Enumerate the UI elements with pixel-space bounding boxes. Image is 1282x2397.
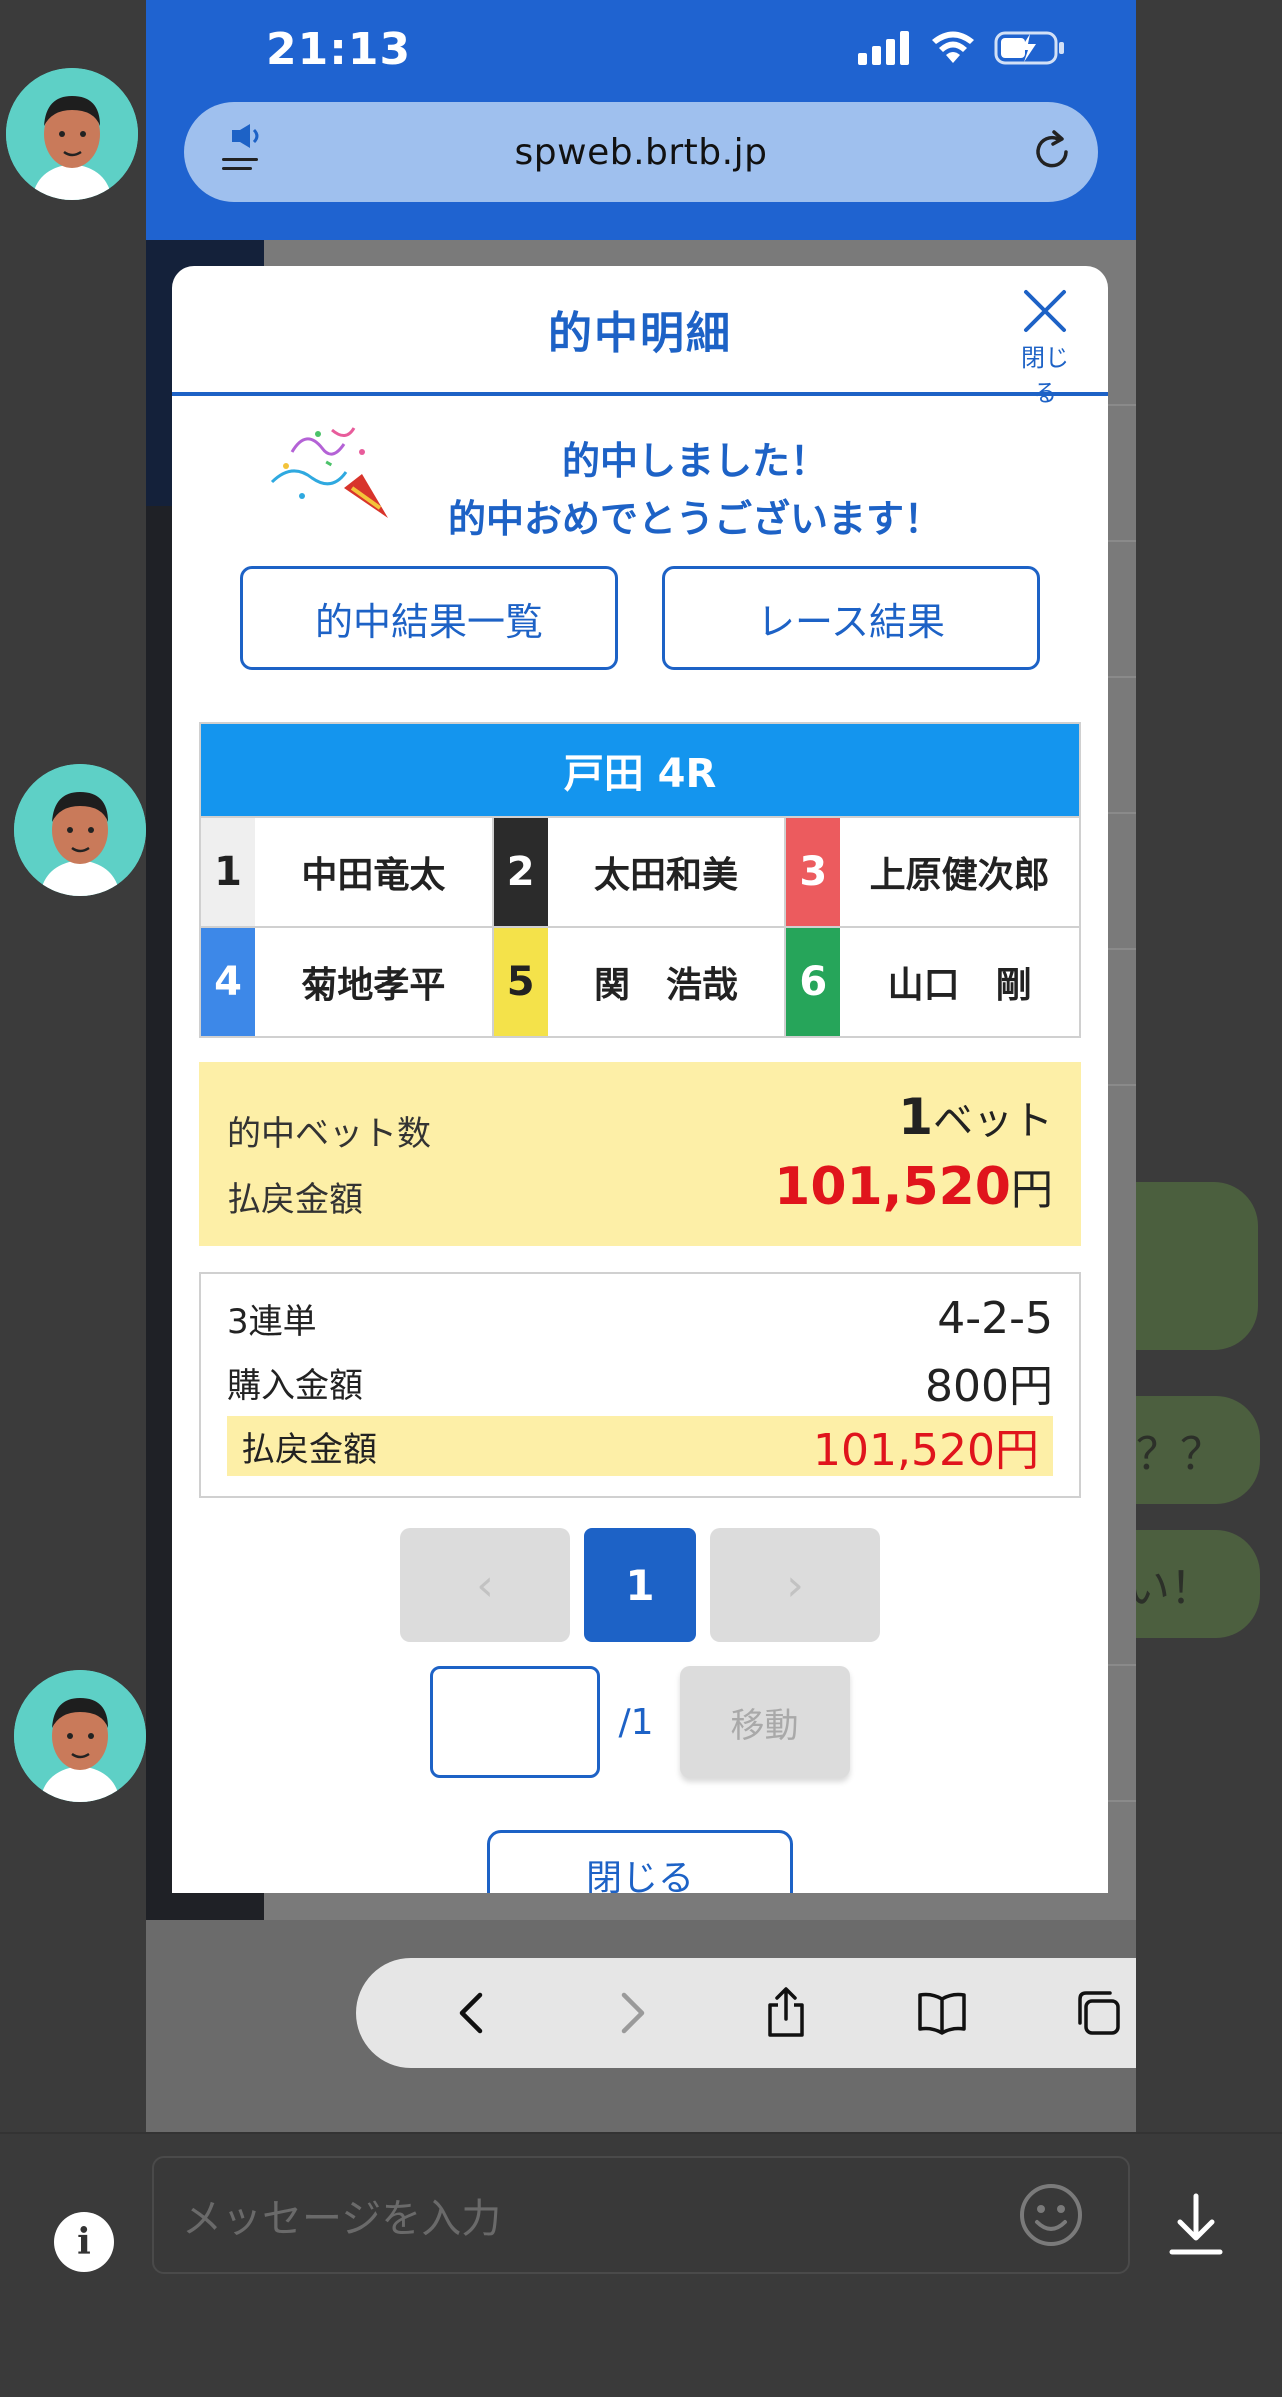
purchase-value: 800円	[925, 1361, 1053, 1412]
message-placeholder: メッセージを入力	[182, 2196, 502, 2242]
modal-close-x-button[interactable]: 閉じる	[1010, 288, 1080, 408]
purchase-row: 購入金額 800円	[227, 1352, 1053, 1412]
hit-summary: 的中ベット数 1ベット 払戻金額 101,520円	[199, 1062, 1081, 1246]
share-button[interactable]	[758, 1985, 814, 2041]
racer-row: 4 菊地孝平 5 関 浩哉 6 山口 剛	[201, 926, 1079, 1036]
hit-details-modal: 的中明細 閉じる 的中しました！ 的中おめでとうございます！ 的中結果一覧 レー…	[172, 266, 1108, 1893]
racer-name: 関 浩哉	[593, 965, 738, 1006]
status-bar: 21:13 spweb.brtb.jp	[146, 0, 1136, 240]
message-input[interactable]: メッセージを入力	[152, 2156, 1130, 2274]
racer-cell: 3 上原健次郎	[786, 818, 1079, 926]
chat-bubble-text: ？？	[1136, 1429, 1224, 1480]
modal-header: 的中明細 閉じる	[172, 266, 1108, 407]
bookmarks-button[interactable]	[914, 1985, 970, 2041]
congrats-message: 的中しました！ 的中おめでとうございます！	[172, 396, 1108, 546]
wifi-icon	[932, 31, 974, 63]
lane-number: 2	[493, 818, 548, 926]
prev-page-button[interactable]: ‹	[400, 1528, 570, 1642]
purchase-label: 購入金額	[227, 1365, 363, 1406]
avatar-icon	[14, 764, 146, 896]
lane-number: 6	[786, 928, 841, 1036]
lane-number: 3	[786, 818, 841, 926]
payout-amount: 101,520	[774, 1157, 1011, 1217]
action-buttons: 的中結果一覧 レース結果	[240, 566, 1040, 670]
bet-detail: 3連単 4-2-5 購入金額 800円 払戻金額 101,520円	[199, 1272, 1081, 1498]
battery-charging-icon	[994, 31, 1064, 65]
racer-row: 1 中田竜太 2 太田和美 3 上原健次郎	[201, 816, 1079, 926]
detail-payout-label: 払戻金額	[241, 1429, 377, 1470]
congrats-line-2: 的中おめでとうございます！	[447, 497, 942, 541]
address-bar[interactable]: spweb.brtb.jp	[184, 102, 1098, 202]
racer-cell: 5 関 浩哉	[493, 928, 787, 1036]
avatar[interactable]	[14, 764, 146, 896]
payout-value: 101,520円	[774, 1156, 1053, 1217]
lane-number: 4	[201, 928, 255, 1036]
race-entry-table: 戸田 4R 1 中田竜太 2 太田和美 3 上原健次郎 4 菊地孝平 5 関 浩…	[199, 722, 1081, 1038]
chat-input-bar: i メッセージを入力	[0, 2132, 1282, 2397]
racer-name: 菊地孝平	[301, 965, 446, 1006]
racer-name: 太田和美	[593, 855, 738, 896]
avatar[interactable]	[14, 1670, 146, 1802]
tabs-icon	[1078, 1991, 1120, 2035]
browser-toolbar	[356, 1958, 1136, 2068]
racer-cell: 6 山口 剛	[786, 928, 1079, 1036]
congrats-line-1: 的中しました！	[561, 439, 828, 483]
racer-name: 中田竜太	[301, 855, 446, 896]
chevron-right-icon	[621, 1992, 645, 2034]
reload-icon[interactable]	[1028, 128, 1076, 176]
bets-count: 1	[898, 1088, 933, 1146]
bet-type-row: 3連単 4-2-5	[227, 1288, 1053, 1348]
forward-button[interactable]	[602, 1985, 658, 2041]
download-icon[interactable]	[1166, 2190, 1226, 2260]
url-text: spweb.brtb.jp	[514, 131, 768, 173]
race-title: 戸田 4R	[201, 724, 1079, 816]
detail-payout-value: 101,520円	[813, 1425, 1039, 1476]
share-icon	[768, 1987, 804, 2037]
bet-type: 3連単	[227, 1301, 317, 1342]
page-jump: /1 移動	[172, 1666, 1108, 1778]
racer-cell: 2 太田和美	[493, 818, 787, 926]
hit-results-list-button[interactable]: 的中結果一覧	[240, 566, 618, 670]
bet-combination: 4-2-5	[937, 1292, 1053, 1344]
book-icon	[918, 1992, 966, 2035]
avatar-icon	[6, 68, 138, 200]
bets-value: 1ベット	[898, 1088, 1053, 1146]
status-icons	[858, 30, 1066, 66]
status-time: 21:13	[266, 24, 412, 75]
pagination: ‹ 1 ›	[172, 1528, 1108, 1642]
page-total: /1	[618, 1701, 654, 1743]
signal-icon	[858, 31, 909, 65]
next-page-button[interactable]: ›	[710, 1528, 880, 1642]
lane-number: 5	[493, 928, 548, 1036]
modal-title: 的中明細	[548, 308, 732, 359]
current-page-button[interactable]: 1	[584, 1528, 696, 1642]
close-icon	[1024, 290, 1066, 332]
racer-name: 上原健次郎	[869, 855, 1050, 896]
page-number-input[interactable]	[430, 1666, 601, 1778]
audio-playing-icon[interactable]	[218, 124, 268, 180]
back-button[interactable]	[446, 1985, 502, 2041]
bets-label: 的中ベット数	[227, 1114, 431, 1154]
payout-unit: 円	[1010, 1165, 1053, 1214]
tabs-button[interactable]	[1070, 1985, 1126, 2041]
lane-number: 1	[201, 818, 255, 926]
racer-name: 山口 剛	[887, 965, 1032, 1006]
racer-cell: 4 菊地孝平	[201, 928, 494, 1036]
racer-cell: 1 中田竜太	[201, 818, 494, 926]
move-button[interactable]: 移動	[679, 1666, 850, 1778]
info-button[interactable]: i	[54, 2212, 114, 2272]
avatar[interactable]	[6, 68, 138, 200]
chat-bubble-text: い！	[1126, 1563, 1214, 1614]
avatar-icon	[14, 1670, 146, 1802]
close-button[interactable]: 閉じる	[487, 1830, 793, 1893]
race-results-button[interactable]: レース結果	[662, 566, 1040, 670]
chevron-left-icon	[459, 1992, 483, 2034]
payout-label: 払戻金額	[227, 1180, 363, 1220]
detail-payout-row: 払戻金額 101,520円	[227, 1416, 1053, 1476]
emoji-icon[interactable]	[1018, 2182, 1084, 2248]
bets-unit: ベット	[933, 1098, 1053, 1144]
